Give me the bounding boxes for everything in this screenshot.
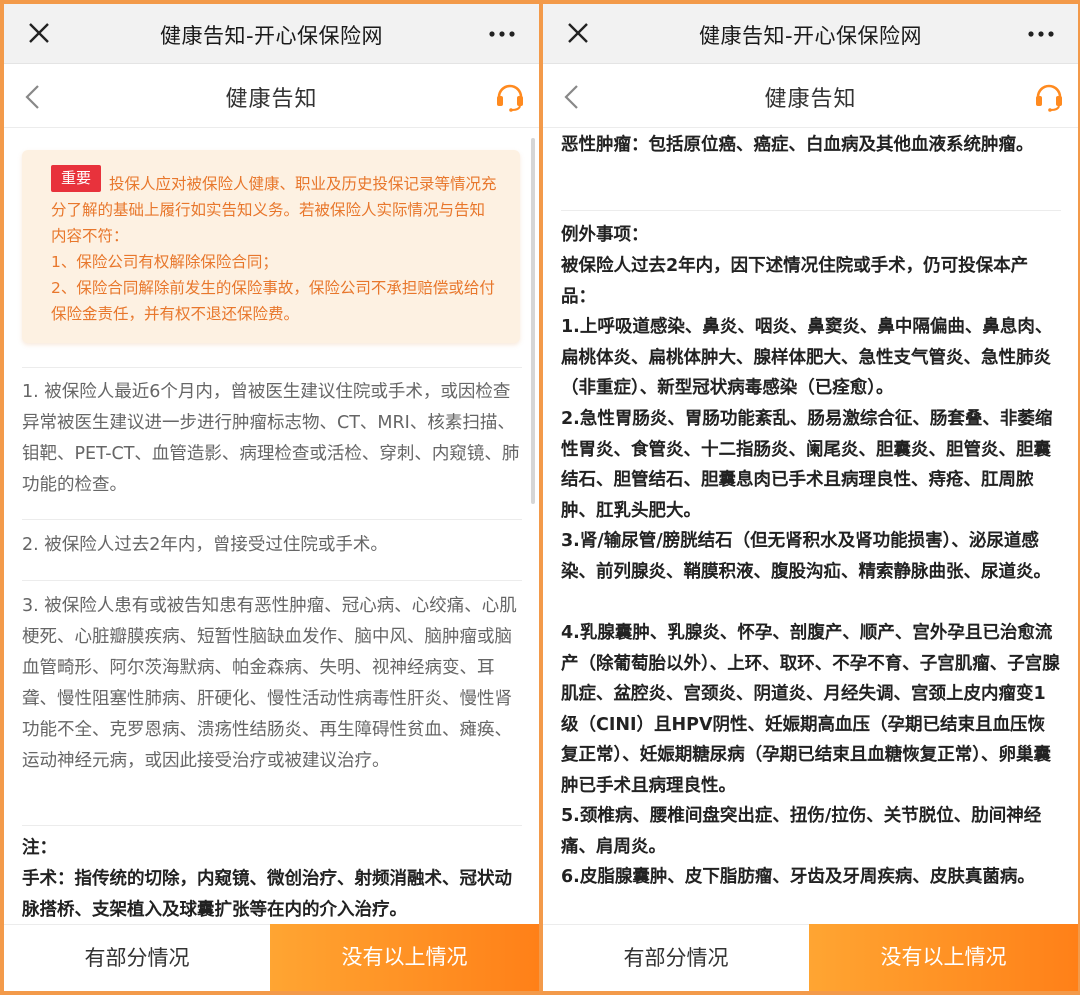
- headset-icon[interactable]: [1034, 80, 1064, 112]
- partial-condition-button[interactable]: 有部分情况: [4, 924, 270, 991]
- phone-screen-right: 健康告知-开心保保险网 健康告知 恶性肿瘤：包括原位癌、癌症、白血病及其他血液系…: [543, 4, 1078, 991]
- wechat-title: 健康告知-开心保保险网: [159, 24, 384, 48]
- exception-item-2: 2.急性胃肠炎、胃肠功能紊乱、肠易激综合征、肠套叠、非萎缩性胃炎、食管炎、十二指…: [561, 409, 1053, 521]
- divider: [22, 367, 522, 368]
- phone-screen-left: 健康告知-开心保保险网 健康告知 重要 投保人应对被保险人健康、职业及历史投保记…: [4, 4, 539, 991]
- page-header: 健康告知: [4, 65, 539, 128]
- page-header: 健康告知: [543, 65, 1078, 128]
- partial-condition-button[interactable]: 有部分情况: [543, 924, 809, 991]
- health-notice-content[interactable]: 恶性肿瘤：包括原位癌、癌症、白血病及其他血液系统肿瘤。 例外事项： 被保险人过去…: [543, 128, 1078, 924]
- wechat-title-bar: 健康告知-开心保保险网: [4, 4, 539, 64]
- exception-item-5: 5.颈椎病、腰椎间盘突出症、扭伤/拉伤、关节脱位、肋间神经痛、肩周炎。: [561, 806, 1042, 857]
- health-question-2: 2. 被保险人过去2年内，曾接受过住院或手术。: [22, 535, 388, 555]
- scrollbar[interactable]: [531, 138, 535, 504]
- divider: [22, 825, 522, 826]
- exception-item-1: 1.上呼吸道感染、鼻炎、咽炎、鼻窦炎、鼻中隔偏曲、鼻息肉、扁桃体炎、扁桃体肿大、…: [561, 317, 1053, 398]
- notice-intro: 投保人应对被保险人健康、职业及历史投保记录等情况充分了解的基础上履行如实告知义务…: [51, 175, 497, 245]
- notice-text: 投保人应对被保险人健康、职业及历史投保记录等情况充分了解的基础上履行如实告知义务…: [51, 171, 497, 327]
- no-condition-button[interactable]: 没有以上情况: [809, 924, 1078, 991]
- more-icon[interactable]: [1026, 22, 1056, 46]
- note-title: 注：: [22, 838, 57, 858]
- health-question-3: 3. 被保险人患有或被告知患有恶性肿瘤、冠心病、心绞痛、心肌梗死、心脏瓣膜疾病、…: [22, 596, 517, 771]
- screenshot-stage: 健康告知-开心保保险网 健康告知 重要 投保人应对被保险人健康、职业及历史投保记…: [0, 0, 1080, 995]
- exception-item-6: 6.皮脂腺囊肿、皮下脂肪瘤、牙齿及牙周疾病、皮肤真菌病。: [561, 867, 1035, 887]
- no-condition-button[interactable]: 没有以上情况: [270, 924, 539, 991]
- important-notice: 重要 投保人应对被保险人健康、职业及历史投保记录等情况充分了解的基础上履行如实告…: [22, 150, 520, 343]
- divider: [561, 210, 1061, 211]
- page-title: 健康告知: [764, 87, 857, 112]
- malignant-tumor-definition: 恶性肿瘤：包括原位癌、癌症、白血病及其他血液系统肿瘤。: [561, 135, 1034, 155]
- divider: [22, 580, 522, 581]
- wechat-title: 健康告知-开心保保险网: [698, 24, 923, 48]
- wechat-title-bar: 健康告知-开心保保险网: [543, 4, 1078, 64]
- notice-point-2: 2、保险合同解除前发生的保险事故，保险公司不承担赔偿或给付保险金责任，并有权不退…: [51, 279, 495, 323]
- more-icon[interactable]: [487, 22, 517, 46]
- headset-icon[interactable]: [495, 80, 525, 112]
- bottom-action-bar: 有部分情况 没有以上情况: [4, 924, 539, 991]
- exceptions-title: 例外事项：: [561, 225, 649, 245]
- divider: [22, 519, 522, 520]
- bottom-action-bar: 有部分情况 没有以上情况: [543, 924, 1078, 991]
- exception-item-4: 4.乳腺囊肿、乳腺炎、怀孕、剖腹产、顺产、宫外孕且已治愈流产（除葡萄胎以外）、上…: [561, 623, 1060, 796]
- health-notice-content[interactable]: 重要 投保人应对被保险人健康、职业及历史投保记录等情况充分了解的基础上履行如实告…: [4, 128, 539, 924]
- exceptions-intro: 被保险人过去2年内，因下述情况住院或手术，仍可投保本产品：: [561, 256, 1029, 307]
- note-surgery-definition: 手术：指传统的切除，内窥镜、微创治疗、射频消融术、冠状动脉搭桥、支架植入及球囊扩…: [22, 869, 512, 920]
- health-question-1: 1. 被保险人最近6个月内，曾被医生建议住院或手术，或因检查异常被医生建议进一步…: [22, 382, 520, 495]
- page-title: 健康告知: [225, 87, 318, 112]
- exception-item-3: 3.肾/输尿管/膀胱结石（但无肾积水及肾功能损害）、泌尿道感染、前列腺炎、鞘膜积…: [561, 531, 1051, 582]
- notice-point-1: 1、保险公司有权解除保险合同；: [51, 253, 278, 271]
